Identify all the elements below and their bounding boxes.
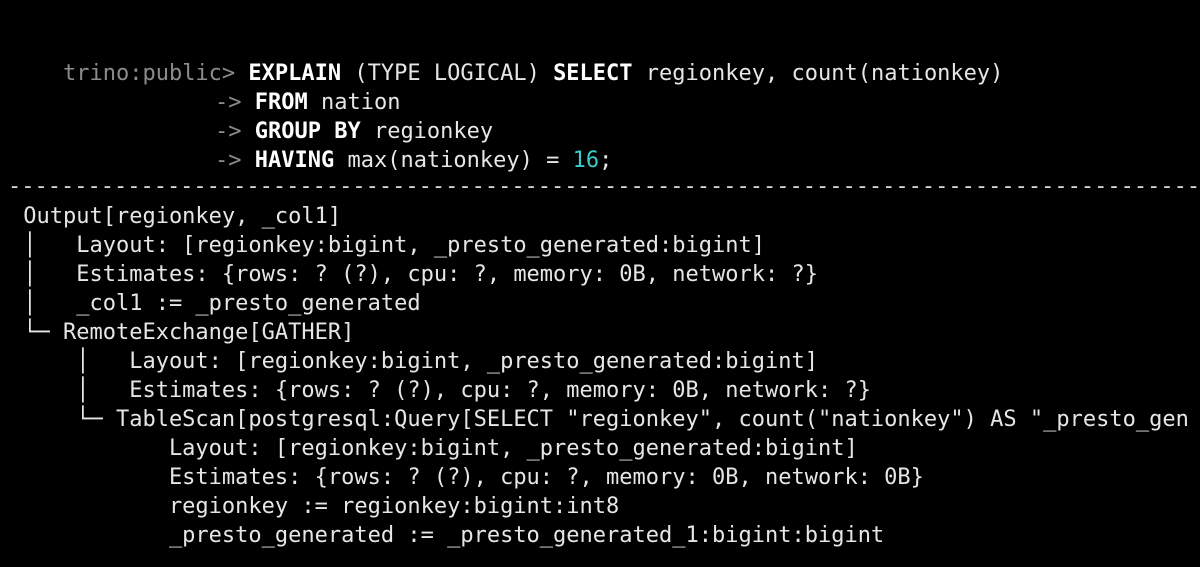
plan-line: Output[regionkey, _col1] [10, 204, 342, 229]
query-line-1: trino:public> EXPLAIN (TYPE LOGICAL) SEL… [10, 30, 1003, 86]
sql-text: max(nationkey) = [334, 148, 573, 173]
query-text-4: HAVING max(nationkey) = 16; [255, 148, 613, 173]
plan-line: │ Estimates: {rows: ? (?), cpu: ?, memor… [10, 262, 818, 287]
sql-keyword: SELECT [553, 61, 633, 86]
plan-line: regionkey := regionkey:bigint:int8 [10, 494, 620, 519]
result-separator: ----------------------------------------… [8, 174, 1200, 199]
plan-line: │ _col1 := _presto_generated [10, 291, 421, 316]
terminal-window[interactable]: trino:public> EXPLAIN (TYPE LOGICAL) SEL… [0, 0, 1200, 567]
sql-keyword: HAVING [254, 148, 335, 173]
query-line-2: -> FROM nation [162, 59, 400, 115]
query-line-3: -> GROUP BY regionkey [162, 88, 493, 144]
sql-text: regionkey, count(nationkey) [632, 61, 1004, 86]
continuation-prompt: -> [214, 148, 242, 173]
plan-line: Estimates: {rows: ? (?), cpu: ?, memory:… [10, 465, 924, 490]
plan-line: _presto_generated := _presto_generated_1… [10, 523, 885, 548]
plan-line: └─ RemoteExchange[GATHER] [10, 320, 355, 345]
plan-line: │ Estimates: {rows: ? (?), cpu: ?, memor… [10, 378, 871, 403]
sql-number: 16 [572, 148, 600, 173]
plan-line: │ Layout: [regionkey:bigint, _presto_gen… [10, 349, 818, 374]
plan-line: │ Layout: [regionkey:bigint, _presto_gen… [10, 233, 765, 258]
sql-text: ; [599, 148, 613, 173]
plan-line: └─ TableScan[postgresql:Query[SELECT "re… [10, 407, 1189, 432]
query-line-4: -> HAVING max(nationkey) = 16; [162, 117, 612, 173]
plan-line: Layout: [regionkey:bigint, _presto_gener… [10, 436, 858, 461]
